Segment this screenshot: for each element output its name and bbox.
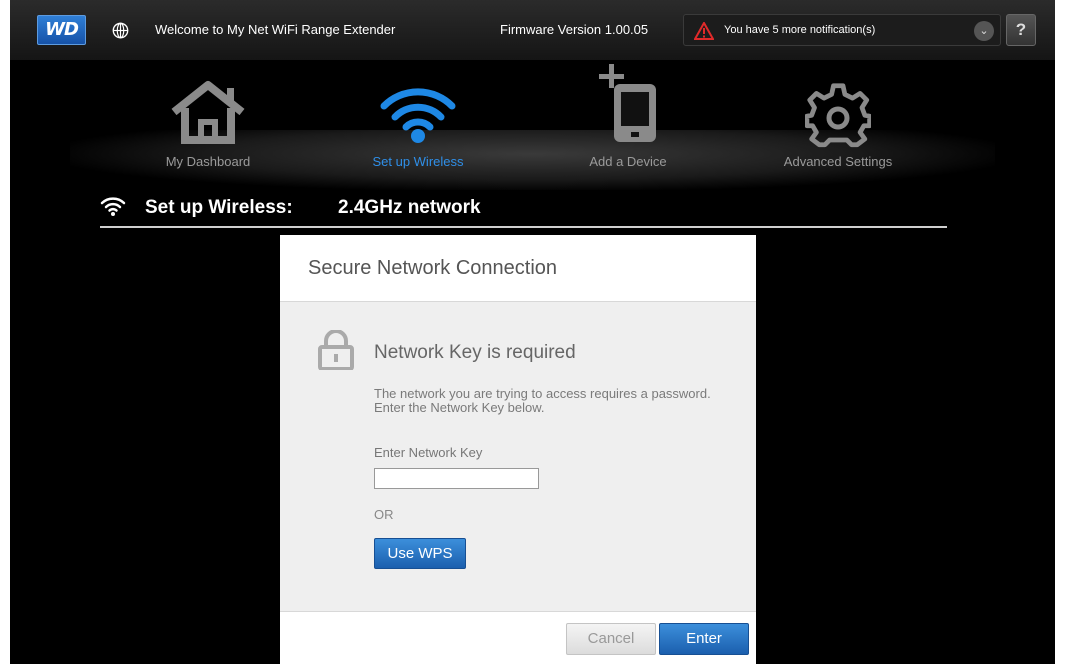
top-bar: WD Welcome to My Net WiFi Range Extender… [10, 0, 1055, 60]
wifi-icon [380, 88, 456, 143]
chevron-down-icon[interactable]: ⌄ [974, 21, 994, 41]
app-window: WD Welcome to My Net WiFi Range Extender… [10, 0, 1055, 664]
help-button[interactable]: ? [1006, 14, 1036, 46]
page-title: Set up Wireless: [145, 197, 293, 218]
network-key-label: Enter Network Key [374, 445, 483, 460]
enter-button[interactable]: Enter [659, 623, 749, 655]
warning-icon [694, 22, 714, 40]
dialog-header: Secure Network Connection [280, 235, 756, 302]
network-key-input[interactable] [374, 468, 539, 489]
lock-icon [318, 330, 354, 370]
notification-text: You have 5 more notification(s) [724, 24, 876, 36]
gear-icon [805, 83, 871, 148]
notification-bar[interactable]: You have 5 more notification(s) ⌄ [683, 14, 1001, 46]
network-band: 2.4GHz network [338, 197, 481, 218]
key-required-heading: Network Key is required [374, 342, 576, 363]
globe-icon[interactable] [112, 22, 129, 39]
use-wps-button[interactable]: Use WPS [374, 538, 466, 569]
add-device-icon [599, 64, 656, 142]
dialog-description: The network you are trying to access req… [374, 386, 711, 415]
wifi-icon [100, 197, 126, 216]
nav-my-dashboard[interactable]: My Dashboard [128, 60, 288, 180]
or-separator: OR [374, 507, 394, 522]
firmware-version: Firmware Version 1.00.05 [500, 22, 649, 37]
secure-connection-dialog: Secure Network Connection Network Key is… [280, 235, 756, 664]
dialog-title: Secure Network Connection [308, 257, 558, 279]
welcome-text: Welcome to My Net WiFi Range Extender [155, 22, 396, 37]
cancel-button[interactable]: Cancel [566, 623, 656, 655]
divider [100, 226, 947, 228]
nav-label: Add a Device [589, 154, 667, 169]
nav-set-up-wireless[interactable]: Set up Wireless [338, 60, 498, 180]
nav-label: Advanced Settings [783, 154, 893, 169]
home-icon [171, 81, 245, 144]
nav-add-a-device[interactable]: Add a Device [548, 60, 708, 180]
nav-label: My Dashboard [165, 154, 251, 169]
dialog-footer: Cancel Enter [280, 611, 756, 664]
nav-advanced-settings[interactable]: Advanced Settings [758, 60, 918, 180]
nav-label: Set up Wireless [372, 154, 464, 169]
wd-logo: WD [37, 15, 86, 45]
